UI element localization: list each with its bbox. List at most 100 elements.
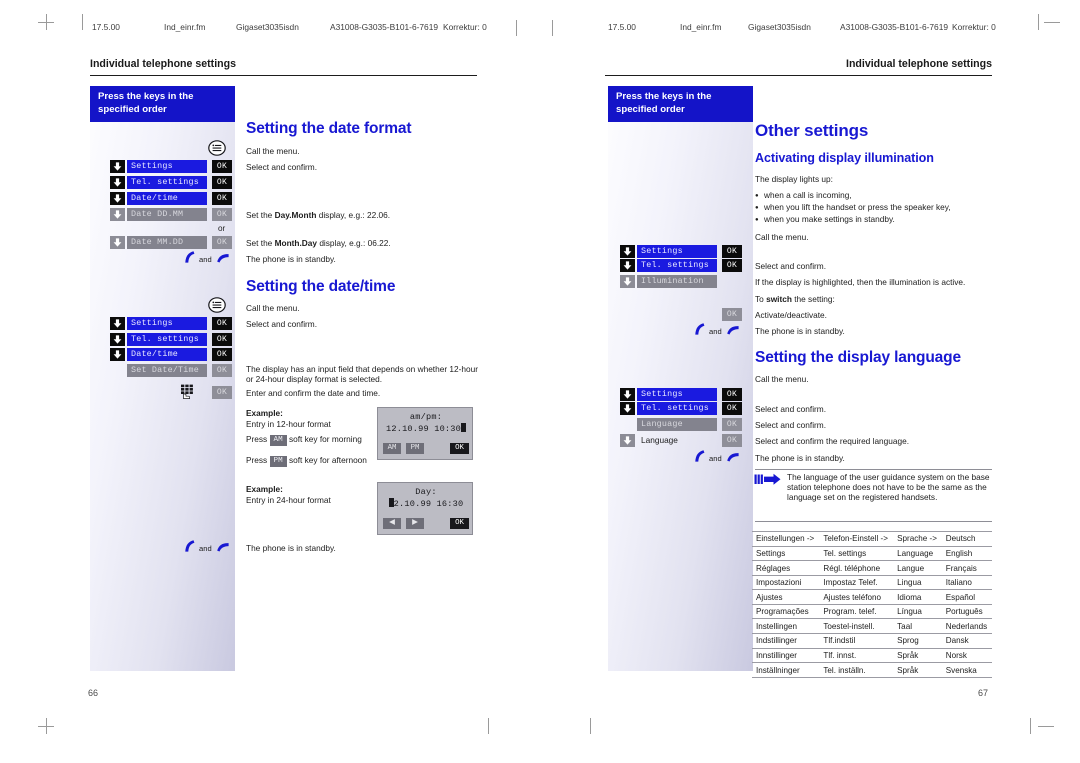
handset-lift-icon[interactable] [183,539,197,558]
cell-language: Språk [893,648,942,664]
ok-key[interactable]: OK [722,434,742,447]
display-line1: am/pm: [409,412,443,422]
ok-key[interactable]: OK [212,317,232,330]
ok-key[interactable]: OK [212,333,232,346]
ok-key[interactable]: OK [212,348,232,361]
ok-key[interactable]: OK [212,364,232,377]
down-arrow-icon[interactable] [110,176,125,189]
keypad-icon[interactable] [180,384,197,404]
press-suffix: soft key for morning [288,434,362,444]
down-arrow-icon[interactable] [620,434,635,447]
softkey-am[interactable]: AM [383,443,401,454]
pm-key[interactable]: PM [269,456,287,467]
ok-key[interactable]: OK [212,192,232,205]
header-version: 17.5.00 [608,22,636,32]
or-label: or [218,224,226,233]
softkey-pm[interactable]: PM [406,443,424,454]
cell-language: Språk [893,662,942,678]
ok-key[interactable]: OK [722,418,742,431]
handset-hangup-icon[interactable] [726,451,742,469]
header-product: Gigaset3035isdn [748,22,811,32]
bullet-item: when a call is incoming, [755,190,852,201]
and-label: and [709,454,722,463]
step-text: Select and confirm. [755,420,827,430]
down-arrow-icon[interactable] [110,317,125,330]
lcd-label: Settings [127,160,207,173]
cell-settings: Settings [752,546,820,562]
ok-key[interactable]: OK [722,402,742,415]
cell-value: Español [941,589,992,605]
down-arrow-icon[interactable] [110,236,125,249]
down-arrow-icon[interactable] [110,192,125,205]
ok-key[interactable]: OK [212,236,232,249]
table-row: Settings Tel. settings Language English [752,546,992,562]
down-arrow-icon[interactable] [620,402,635,415]
lcd-label[interactable]: Set Date/Time [127,364,207,377]
cell-settings: Innstillinger [752,648,820,664]
ok-key[interactable]: OK [212,208,232,221]
header-file: Ind_einr.fm [164,22,206,32]
sidebar-note-left: Press the keys in the specified order [90,86,235,122]
heading-display-language: Setting the display language [755,349,961,366]
down-arrow-icon[interactable] [110,333,125,346]
down-arrow-icon[interactable] [620,388,635,401]
softkey-ok[interactable]: OK [450,518,469,529]
lcd-label: Settings [127,317,207,330]
down-arrow-icon[interactable] [110,208,125,221]
sidebar-note-right: Press the keys in the specified order [608,86,753,122]
table-row: Impostazioni Impostaz Telef. Lingua Ital… [752,575,992,591]
lcd-label: Illumination [637,275,717,288]
cell-settings: Ajustes [752,589,820,605]
handset-lift-icon[interactable] [693,449,707,468]
down-arrow-icon[interactable] [110,348,125,361]
cell-language: Sprog [893,633,942,649]
step-text: Select and confirm. [755,261,827,271]
example-desc: Entry in 12-hour format [246,419,331,429]
example-press-pm: Press PM soft key for afternoon [246,455,367,467]
step-text: Select and confirm the required language… [755,436,910,446]
cell-settings: Einstellungen -> [752,531,820,547]
step-text: The phone is in standby. [755,453,845,463]
menu-key-icon[interactable] [208,140,226,161]
am-key[interactable]: AM [269,435,287,446]
cell-settings: Instellingen [752,618,820,635]
ok-key[interactable]: OK [212,386,232,399]
down-arrow-icon[interactable] [620,245,635,258]
ok-key[interactable]: OK [212,176,232,189]
step-text: If the display is highlighted, then the … [755,277,966,287]
step-row-illumination[interactable]: Illumination [620,275,750,288]
down-arrow-icon[interactable] [110,160,125,173]
ok-key[interactable]: OK [722,259,742,272]
ok-key[interactable]: OK [722,388,742,401]
handset-hangup-icon[interactable] [216,252,232,270]
note-rule-top [755,469,992,470]
ok-key[interactable]: OK [722,308,742,321]
table-row: Programações Program. telef. Língua Port… [752,604,992,620]
step-text: Call the menu. [755,232,809,242]
cell-value: Norsk [941,648,992,664]
cell-language: Língua [893,604,942,620]
lcd-display-24h: Day: 2.10.99 16:30 ◀ ▶ OK [377,482,473,535]
softkey-right-arrow[interactable]: ▶ [406,518,424,529]
menu-key-icon[interactable] [208,297,226,318]
left-page: 17.5.00 Ind_einr.fm Gigaset3035isdn A310… [0,0,540,763]
down-arrow-icon[interactable] [620,275,635,288]
handset-hangup-icon[interactable] [216,541,232,559]
handset-lift-icon[interactable] [693,322,707,341]
table-row: Ajustes Ajustes teléfono Idioma Español [752,589,992,605]
display-line2: 2.10.99 16:30 [378,498,474,509]
softkey-left-arrow[interactable]: ◀ [383,518,401,529]
handset-hangup-icon[interactable] [726,324,742,342]
display-value: 12.10.99 10:30 [386,424,461,434]
handset-lift-icon[interactable] [183,250,197,269]
cell-telset: Program. telef. [819,604,894,620]
step-text: Select and confirm. [246,319,318,329]
down-arrow-icon[interactable] [620,259,635,272]
note-arrow-icon [754,473,782,491]
softkey-ok[interactable]: OK [450,443,469,454]
ok-key[interactable]: OK [212,160,232,173]
lcd-label[interactable]: Language [637,418,717,431]
step-text: The phone is in standby. [246,254,336,264]
sidebar-note-line1: Press the keys in the [98,91,194,102]
ok-key[interactable]: OK [722,245,742,258]
